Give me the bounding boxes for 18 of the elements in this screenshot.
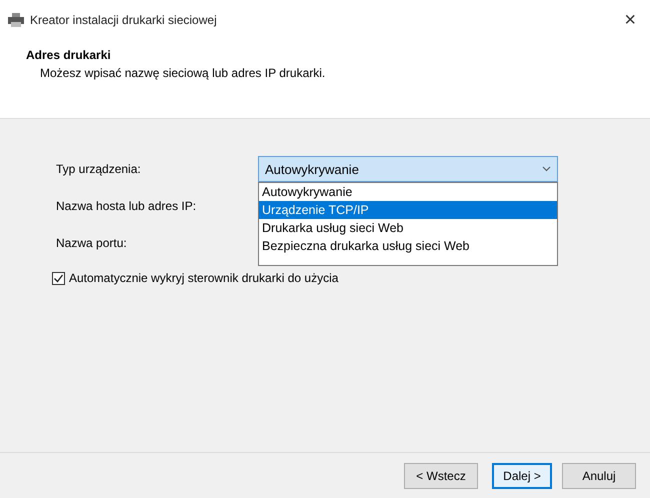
chevron-icon — [542, 166, 551, 172]
page-title: Adres drukarki — [26, 48, 112, 62]
printer-icon — [8, 13, 24, 27]
wizard-button[interactable]: Anuluj — [562, 463, 636, 489]
dropdown-option[interactable]: Autowykrywanie — [259, 183, 557, 201]
dropdown-option[interactable]: Bezpieczna drukarka usług sieci Web — [259, 237, 557, 255]
checkbox[interactable] — [52, 272, 65, 284]
dropdown-option[interactable]: Urządzenie TCP/IP — [259, 201, 557, 219]
wizard-button[interactable]: Dalej > — [492, 463, 552, 489]
wizard-button[interactable]: < Wstecz — [404, 463, 478, 489]
close-button[interactable]: × — [620, 8, 640, 32]
field-label: Typ urządzenia: — [56, 162, 141, 176]
field-label: Nazwa hosta lub adres IP: — [56, 198, 196, 212]
field-label: Nazwa portu: — [56, 236, 127, 250]
checkbox-label: Automatycznie wykryj sterownik drukarki do użycia — [69, 271, 338, 285]
dropdown-option[interactable]: Drukarka usług sieci Web — [259, 219, 557, 237]
page-subtitle: Możesz wpisać nazwę sieciową lub adres IP drukarki. — [39, 66, 326, 80]
window-title: Kreator instalacji drukarki sieciowej — [30, 13, 218, 27]
